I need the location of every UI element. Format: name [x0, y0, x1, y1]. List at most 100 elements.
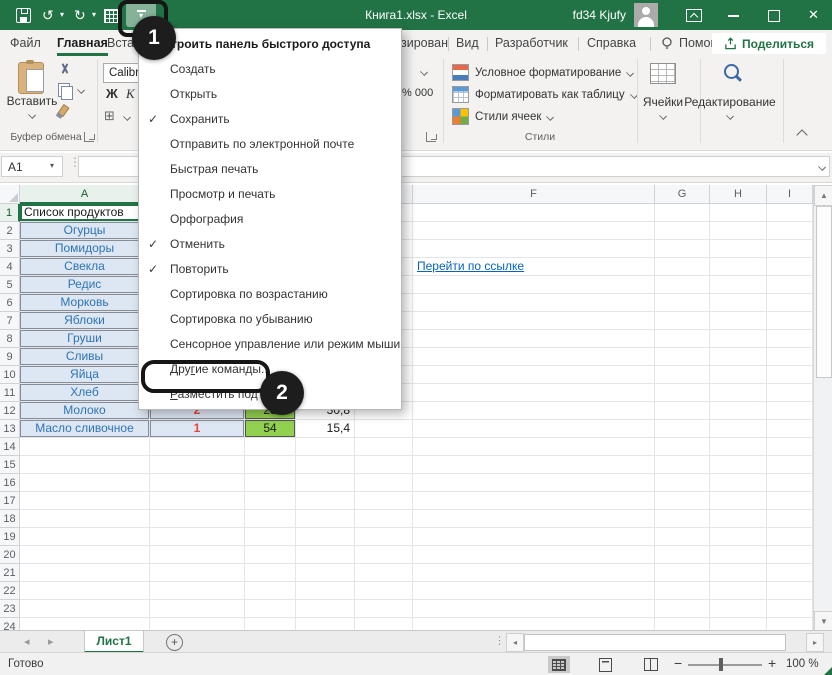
- cell-H18[interactable]: [710, 510, 767, 528]
- conditional-formatting-button[interactable]: Условное форматирование: [452, 64, 633, 81]
- cell-D13[interactable]: 15,4: [296, 420, 355, 438]
- cell-B15[interactable]: [150, 456, 245, 474]
- cell-F4[interactable]: Перейти по ссылке: [413, 258, 655, 276]
- col-header-H[interactable]: H: [710, 185, 767, 204]
- cell-G3[interactable]: [655, 240, 710, 258]
- cell-I4[interactable]: [767, 258, 813, 276]
- cell-E14[interactable]: [355, 438, 413, 456]
- cell-C24[interactable]: [245, 618, 296, 630]
- cell-H24[interactable]: [710, 618, 767, 630]
- select-all-corner[interactable]: [0, 185, 20, 204]
- col-header-F[interactable]: F: [413, 185, 655, 204]
- row-header-18[interactable]: 18: [0, 510, 20, 528]
- zoom-slider-thumb[interactable]: [719, 658, 723, 671]
- normal-view-button[interactable]: [548, 656, 570, 673]
- cell-G8[interactable]: [655, 330, 710, 348]
- cell-D18[interactable]: [296, 510, 355, 528]
- cell-F11[interactable]: [413, 384, 655, 402]
- cell-F5[interactable]: [413, 276, 655, 294]
- cell-G1[interactable]: [655, 204, 710, 222]
- undo-dropdown-icon[interactable]: ▾: [60, 0, 64, 30]
- cell-H1[interactable]: [710, 204, 767, 222]
- cell-C23[interactable]: [245, 600, 296, 618]
- cell-E22[interactable]: [355, 582, 413, 600]
- paste-button[interactable]: Вставить: [0, 94, 64, 108]
- tab-developer[interactable]: Разработчик: [495, 30, 568, 57]
- menu-item-9[interactable]: Сортировка по возрастанию: [139, 281, 401, 306]
- cell-I10[interactable]: [767, 366, 813, 384]
- cell-H23[interactable]: [710, 600, 767, 618]
- cell-H16[interactable]: [710, 474, 767, 492]
- row-header-2[interactable]: 2: [0, 222, 20, 240]
- paste-dropdown-icon[interactable]: [28, 111, 36, 119]
- cell-G24[interactable]: [655, 618, 710, 630]
- row-header-21[interactable]: 21: [0, 564, 20, 582]
- cell-A7[interactable]: Яблоки: [20, 312, 150, 330]
- cell-H9[interactable]: [710, 348, 767, 366]
- menu-item-8[interactable]: ✓Повторить: [139, 256, 401, 281]
- cell-H11[interactable]: [710, 384, 767, 402]
- add-sheet-icon[interactable]: +: [166, 634, 183, 651]
- cell-F20[interactable]: [413, 546, 655, 564]
- cell-I12[interactable]: [767, 402, 813, 420]
- cell-styles-button[interactable]: Стили ячеек: [452, 108, 553, 125]
- cell-H15[interactable]: [710, 456, 767, 474]
- bold-button[interactable]: Ж: [106, 86, 118, 101]
- cell-F10[interactable]: [413, 366, 655, 384]
- tab-view[interactable]: Вид: [456, 30, 479, 57]
- tab-home[interactable]: Главная: [57, 30, 108, 57]
- cell-G18[interactable]: [655, 510, 710, 528]
- row-header-23[interactable]: 23: [0, 600, 20, 618]
- redo-icon[interactable]: ↻: [74, 0, 86, 30]
- cell-E20[interactable]: [355, 546, 413, 564]
- cell-B14[interactable]: [150, 438, 245, 456]
- row-header-11[interactable]: 11: [0, 384, 20, 402]
- cell-F9[interactable]: [413, 348, 655, 366]
- scroll-down-icon[interactable]: ▼: [814, 611, 832, 632]
- row-header-6[interactable]: 6: [0, 294, 20, 312]
- cell-G10[interactable]: [655, 366, 710, 384]
- cell-B23[interactable]: [150, 600, 245, 618]
- cell-A15[interactable]: [20, 456, 150, 474]
- undo-icon[interactable]: ↺: [42, 0, 54, 30]
- cell-G17[interactable]: [655, 492, 710, 510]
- cell-E15[interactable]: [355, 456, 413, 474]
- cell-B20[interactable]: [150, 546, 245, 564]
- cell-I3[interactable]: [767, 240, 813, 258]
- user-name[interactable]: fd34 Kjufy: [570, 0, 626, 30]
- cell-I7[interactable]: [767, 312, 813, 330]
- tab-file[interactable]: Файл: [10, 30, 41, 57]
- collapse-ribbon-icon[interactable]: [796, 129, 807, 140]
- row-header-10[interactable]: 10: [0, 366, 20, 384]
- cell-F15[interactable]: [413, 456, 655, 474]
- borders-dropdown-icon[interactable]: [123, 113, 131, 121]
- cell-A4[interactable]: Свекла: [20, 258, 150, 276]
- cell-C16[interactable]: [245, 474, 296, 492]
- cell-E16[interactable]: [355, 474, 413, 492]
- menu-item-1[interactable]: Открыть: [139, 81, 401, 106]
- cell-I11[interactable]: [767, 384, 813, 402]
- cell-H7[interactable]: [710, 312, 767, 330]
- borders-icon[interactable]: ⊞: [104, 108, 115, 124]
- cell-C19[interactable]: [245, 528, 296, 546]
- scroll-up-icon[interactable]: ▲: [814, 185, 832, 206]
- close-button[interactable]: ✕: [808, 0, 819, 30]
- menu-item-10[interactable]: Сортировка по убыванию: [139, 306, 401, 331]
- cell-G2[interactable]: [655, 222, 710, 240]
- cell-E18[interactable]: [355, 510, 413, 528]
- menu-item-11[interactable]: Сенсорное управление или режим мыши: [139, 331, 401, 356]
- cell-B17[interactable]: [150, 492, 245, 510]
- cell-A16[interactable]: [20, 474, 150, 492]
- cell-F21[interactable]: [413, 564, 655, 582]
- cell-E19[interactable]: [355, 528, 413, 546]
- cell-G13[interactable]: [655, 420, 710, 438]
- menu-item-3[interactable]: Отправить по электронной почте: [139, 131, 401, 156]
- cell-H10[interactable]: [710, 366, 767, 384]
- cell-A17[interactable]: [20, 492, 150, 510]
- cell-G12[interactable]: [655, 402, 710, 420]
- cell-D14[interactable]: [296, 438, 355, 456]
- row-header-19[interactable]: 19: [0, 528, 20, 546]
- cell-I19[interactable]: [767, 528, 813, 546]
- cell-E23[interactable]: [355, 600, 413, 618]
- cell-C17[interactable]: [245, 492, 296, 510]
